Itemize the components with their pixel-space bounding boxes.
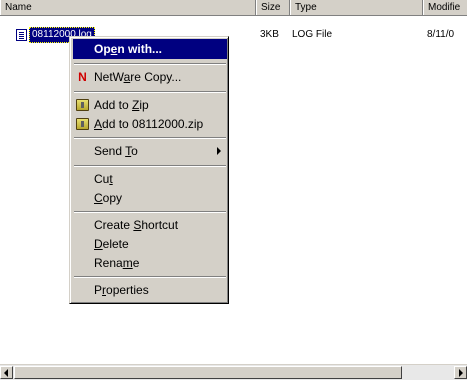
winzip-icon [76, 99, 89, 111]
context-menu: Open with... N NetWare Copy... Add to Zip… [69, 36, 229, 304]
menu-separator [74, 137, 226, 139]
menu-item-create-shortcut[interactable]: Create Shortcut [73, 215, 227, 235]
log-file-icon [16, 29, 27, 41]
horizontal-scrollbar[interactable] [0, 364, 467, 380]
arrow-right-icon [459, 369, 463, 377]
menu-item-netware-copy[interactable]: N NetWare Copy... [73, 67, 227, 87]
scroll-left-button[interactable] [0, 366, 13, 379]
menu-item-rename[interactable]: Rename [73, 253, 227, 273]
menu-item-cut[interactable]: Cut [73, 169, 227, 189]
netware-icon: N [78, 70, 87, 84]
menu-item-delete[interactable]: Delete [73, 234, 227, 254]
column-header-bar: Name Size Type Modifie [0, 0, 467, 16]
menu-separator [74, 276, 226, 278]
menu-item-add-to-zip[interactable]: Add to Zip [73, 95, 227, 115]
menu-separator [74, 165, 226, 167]
menu-item-add-to-named-zip[interactable]: Add to 08112000.zip [73, 114, 227, 134]
arrow-left-icon [4, 369, 8, 377]
file-size: 3KB [260, 29, 279, 40]
submenu-arrow-icon [217, 147, 221, 155]
menu-item-send-to[interactable]: Send To [73, 141, 227, 161]
menu-item-open-with[interactable]: Open with... [73, 39, 227, 59]
menu-separator [74, 91, 226, 93]
column-header-size[interactable]: Size [256, 0, 290, 15]
column-header-type[interactable]: Type [290, 0, 423, 15]
scrollbar-thumb[interactable] [14, 366, 402, 379]
file-modified: 8/11/0 [427, 29, 455, 40]
menu-separator [74, 63, 226, 65]
menu-item-properties[interactable]: Properties [73, 280, 227, 300]
file-type: LOG File [292, 29, 333, 40]
menu-item-copy[interactable]: Copy [73, 188, 227, 208]
scroll-right-button[interactable] [454, 366, 467, 379]
column-header-modified[interactable]: Modifie [423, 0, 467, 15]
column-header-name[interactable]: Name [0, 0, 256, 15]
menu-separator [74, 211, 226, 213]
winzip-icon [76, 118, 89, 130]
